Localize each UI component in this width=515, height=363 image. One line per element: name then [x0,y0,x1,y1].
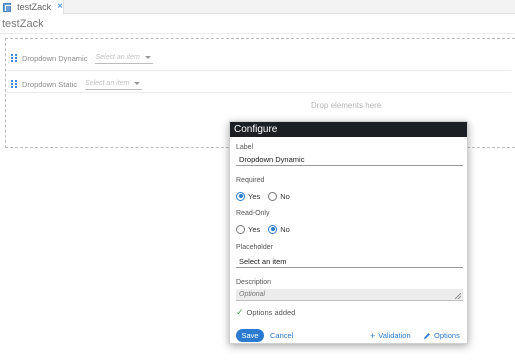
required-no-radio[interactable] [268,191,278,201]
radio-label: No [280,224,290,234]
close-icon[interactable]: × [57,2,63,12]
add-validation-button[interactable]: + Validation [370,329,411,342]
label-input-value: Dropdown Dynamic [239,155,305,164]
required-radio-group: Yes No [236,190,298,202]
placeholder-input[interactable]: Select an item [236,256,463,268]
dropdown-select[interactable]: Select an item [85,79,143,90]
page-title: testZack [2,18,44,30]
readonly-no-radio[interactable] [268,224,278,234]
description-placeholder: Optional [239,291,266,298]
form-row-dropdown-dynamic[interactable]: Dropdown Dynamic Select an item [11,45,153,71]
description-textarea[interactable]: Optional [236,289,463,301]
field-label: Dropdown Dynamic [22,53,88,63]
validation-label: Validation [378,331,411,340]
divider [0,33,515,34]
options-label: Options [434,331,460,340]
tab-label: testZack [17,2,52,12]
plus-icon: + [370,330,376,341]
dropdown-placeholder: Select an item [85,80,130,87]
required-label: Required [236,177,265,184]
status-text: Options added [246,308,296,317]
dialog-footer: Save Cancel + Validation Options [230,329,469,343]
configure-dialog: Configure Label Dropdown Dynamic Require… [229,121,468,344]
drop-zone-text: Drop elements here [311,101,382,110]
placeholder-input-value: Select an item [239,257,287,266]
radio-label: Yes [248,191,261,201]
options-button[interactable]: Options [423,329,460,342]
row-divider [6,92,511,93]
resize-grip-icon[interactable] [455,293,461,299]
radio-label: No [280,191,290,201]
options-status: ✓ Options added [236,307,295,318]
dialog-title: Configure [230,122,467,137]
cancel-button[interactable]: Cancel [270,329,293,342]
label-input[interactable]: Dropdown Dynamic [236,154,463,166]
readonly-radio-group: Yes No [236,223,298,235]
dropdown-select[interactable]: Select an item [95,53,153,64]
form-row-dropdown-static[interactable]: Dropdown Static Select an item [11,71,143,97]
drag-handle-icon[interactable] [11,53,17,63]
required-yes-radio[interactable] [236,191,245,201]
radio-label: Yes [248,224,261,234]
check-icon: ✓ [236,307,244,317]
label-field-label: Label [236,144,254,151]
form-icon [3,2,12,12]
caret-down-icon [144,56,151,59]
dropdown-placeholder: Select an item [95,54,140,61]
field-label: Dropdown Static [22,79,78,89]
tab-testzack[interactable]: testZack × [0,0,64,14]
readonly-label: Read-Only [236,210,270,217]
pencil-icon [423,332,431,340]
drag-handle-icon[interactable] [11,79,17,89]
tab-bar: testZack × [0,0,515,14]
caret-down-icon [134,82,141,85]
placeholder-label: Placeholder [236,244,273,251]
description-label: Description [236,279,272,286]
readonly-yes-radio[interactable] [236,224,245,234]
save-button[interactable]: Save [236,329,264,342]
